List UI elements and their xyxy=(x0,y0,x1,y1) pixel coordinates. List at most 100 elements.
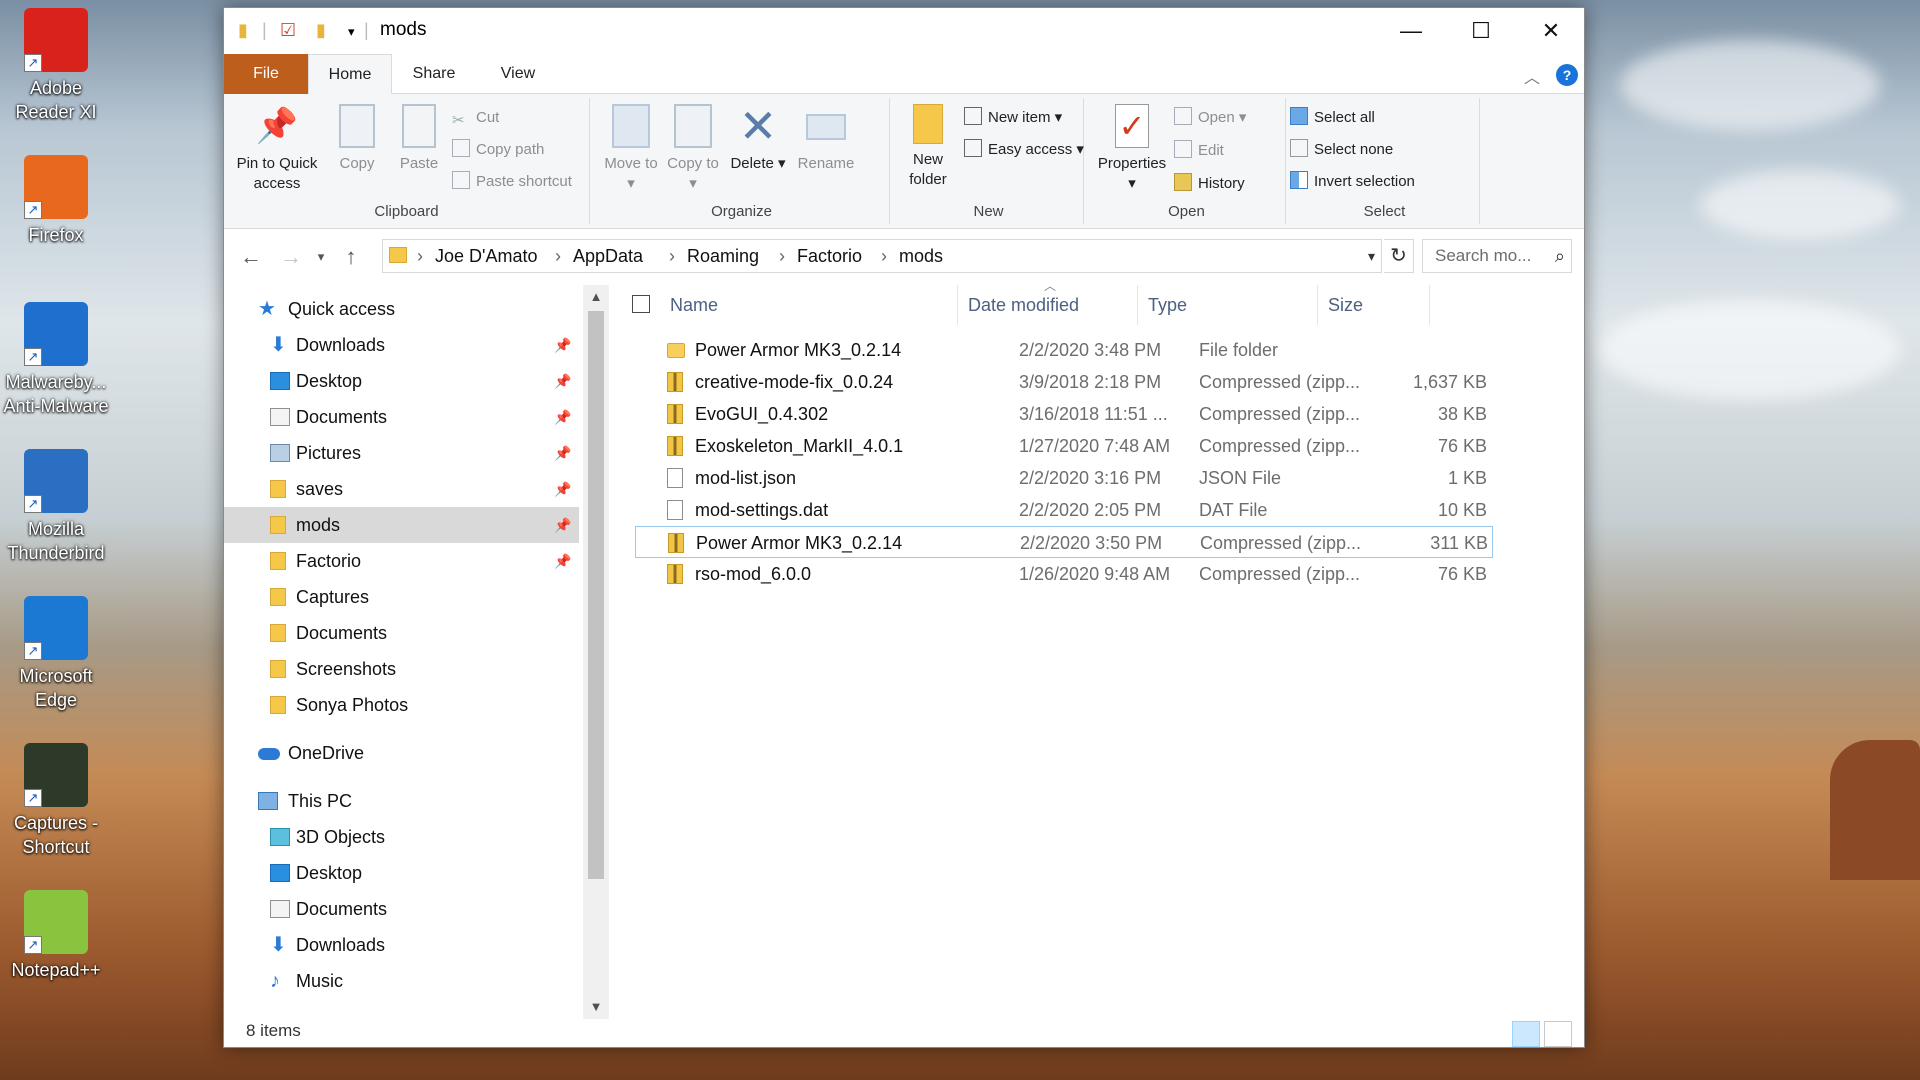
nav-pc-music[interactable]: ♪ Music xyxy=(224,963,579,999)
cut-button[interactable]: ✂ Cut xyxy=(452,106,499,130)
file-row[interactable]: creative-mode-fix_0.0.24 3/9/2018 2:18 PM… xyxy=(635,366,1493,398)
scroll-up-arrow-icon[interactable]: ▲ xyxy=(583,285,609,309)
edit-button[interactable]: Edit xyxy=(1174,139,1224,163)
tab-file[interactable]: File xyxy=(224,54,308,94)
file-row[interactable]: mod-settings.dat 2/2/2020 2:05 PM DAT File… xyxy=(635,494,1493,526)
details-view-icon[interactable] xyxy=(1512,1021,1540,1047)
nav-item-mods[interactable]: mods 📌 xyxy=(224,507,579,543)
select-all-checkbox[interactable] xyxy=(632,295,650,313)
select-all-button[interactable]: Select all xyxy=(1290,106,1375,130)
close-button[interactable]: ✕ xyxy=(1516,8,1586,54)
scrollbar-thumb[interactable] xyxy=(588,311,604,879)
breadcrumb-item[interactable]: Roaming xyxy=(687,240,759,272)
breadcrumb-item[interactable]: Joe D'Amato xyxy=(435,240,537,272)
pin-to-quick-access-button[interactable]: 📌 Pin to Quick access xyxy=(230,104,324,194)
column-header-type[interactable]: Type xyxy=(1138,285,1318,325)
delete-button[interactable]: ✕ Delete ▾ xyxy=(728,103,788,174)
desktop-icon-0[interactable]: ↗ Adobe Reader XI xyxy=(0,8,112,124)
nav-quick-access[interactable]: ★ Quick access xyxy=(224,291,579,327)
forward-arrow-icon[interactable]: → xyxy=(274,241,308,273)
properties-check-icon[interactable]: ☑ xyxy=(280,20,296,41)
navigation-pane-scrollbar[interactable]: ▲ ▼ xyxy=(583,285,609,1019)
help-icon[interactable]: ? xyxy=(1556,64,1578,86)
nav-item-saves[interactable]: saves 📌 xyxy=(224,471,579,507)
nav-item-downloads[interactable]: ⬇ Downloads 📌 xyxy=(224,327,579,363)
address-dropdown-chevron-icon[interactable]: ▾ xyxy=(1368,240,1375,272)
new-folder-icon[interactable]: ▮ xyxy=(316,20,326,41)
refresh-icon[interactable]: ↻ xyxy=(1384,239,1414,273)
nav-item-documents[interactable]: Documents 📌 xyxy=(224,399,579,435)
back-arrow-icon[interactable]: ← xyxy=(234,241,268,273)
select-none-button[interactable]: Select none xyxy=(1290,138,1393,162)
column-header-size[interactable]: Size xyxy=(1318,285,1430,325)
column-header-date-modified[interactable]: Date modified xyxy=(958,285,1138,325)
invert-selection-button[interactable]: Invert selection xyxy=(1290,170,1415,194)
nav-pc-3d-objects[interactable]: 3D Objects xyxy=(224,819,579,855)
select-group: Select all Select none Invert selection … xyxy=(1290,98,1480,224)
file-size: 1 KB xyxy=(1447,468,1487,488)
nav-pc-downloads[interactable]: ⬇ Downloads xyxy=(224,927,579,963)
minimize-button[interactable]: — xyxy=(1376,8,1446,54)
search-input[interactable]: Search mo... ⌕ xyxy=(1422,239,1572,273)
file-type: Compressed (zipp... xyxy=(1199,436,1361,456)
open-button[interactable]: Open ▾ xyxy=(1174,106,1246,130)
desktop-icon-4[interactable]: ↗ Microsoft Edge xyxy=(0,596,112,712)
desktop-icon-5[interactable]: ↗ Captures - Shortcut xyxy=(0,743,112,859)
desktop-icon-1[interactable]: ↗ Firefox xyxy=(0,155,112,247)
up-arrow-icon[interactable]: ↑ xyxy=(334,241,368,273)
copy-path-button[interactable]: Copy path xyxy=(452,138,544,162)
paste-button[interactable]: Paste xyxy=(390,104,448,174)
move-to-button[interactable]: Move to ▾ xyxy=(602,104,660,194)
easy-access-button[interactable]: Easy access ▾ xyxy=(964,138,1084,162)
recent-locations-chevron-icon[interactable]: ▾ xyxy=(304,241,338,273)
breadcrumb-separator-icon[interactable]: › xyxy=(881,240,887,272)
file-row[interactable]: Power Armor MK3_0.2.14 2/2/2020 3:50 PM Co… xyxy=(635,526,1493,558)
nav-item-pictures[interactable]: Pictures 📌 xyxy=(224,435,579,471)
breadcrumb-separator-icon[interactable]: › xyxy=(779,240,785,272)
status-bar: 8 items xyxy=(224,1013,1584,1049)
tab-home[interactable]: Home xyxy=(308,54,392,95)
nav-item-label: Documents xyxy=(296,899,388,919)
nav-this-pc[interactable]: This PC xyxy=(224,783,579,819)
file-row[interactable]: EvoGUI_0.4.302 3/16/2018 11:51 ... Compres… xyxy=(635,398,1493,430)
file-row[interactable]: Exoskeleton_MarkII_4.0.1 1/27/2020 7:48 A… xyxy=(635,430,1493,462)
breadcrumb-item[interactable]: AppData xyxy=(573,240,643,272)
nav-item-documents[interactable]: Documents xyxy=(224,615,579,651)
desktop-icon-6[interactable]: ↗ Notepad++ xyxy=(0,890,112,982)
nav-pc-desktop[interactable]: Desktop xyxy=(224,855,579,891)
nav-item-captures[interactable]: Captures xyxy=(224,579,579,615)
properties-button[interactable]: ✓ Properties ▾ xyxy=(1092,104,1172,194)
nav-item-sonya-photos[interactable]: Sonya Photos xyxy=(224,687,579,723)
address-bar[interactable]: › Joe D'Amato › AppData › Roaming › Factorio › mo… xyxy=(382,239,1382,273)
title-bar[interactable]: ▮ | ☑ ▮ ▾ | mods — ☐ ✕ xyxy=(224,8,1584,54)
nav-pc-documents[interactable]: Documents xyxy=(224,891,579,927)
file-row[interactable]: mod-list.json 2/2/2020 3:16 PM JSON File 1 … xyxy=(635,462,1493,494)
collapse-ribbon-icon[interactable]: ︿ xyxy=(1524,64,1540,88)
breadcrumb-separator-icon[interactable]: › xyxy=(669,240,675,272)
desktop-icon-2[interactable]: ↗ Malwareby... Anti-Malware xyxy=(0,302,112,418)
breadcrumb-separator-icon[interactable]: › xyxy=(417,240,423,272)
file-row[interactable]: Power Armor MK3_0.2.14 2/2/2020 3:48 PM Fi… xyxy=(635,334,1493,366)
desktop-icon-3[interactable]: ↗ Mozilla Thunderbird xyxy=(0,449,112,565)
file-row[interactable]: rso-mod_6.0.0 1/26/2020 9:48 AM Compressed… xyxy=(635,558,1493,590)
large-icons-view-icon[interactable] xyxy=(1544,1021,1572,1047)
new-folder-button[interactable]: New folder xyxy=(898,104,958,190)
copy-button[interactable]: Copy xyxy=(328,104,386,174)
tab-share[interactable]: Share xyxy=(392,54,476,94)
column-header-name[interactable]: Name xyxy=(660,285,958,325)
rename-button[interactable]: Rename xyxy=(792,104,860,174)
breadcrumb-separator-icon[interactable]: › xyxy=(555,240,561,272)
breadcrumb-item[interactable]: Factorio xyxy=(797,240,862,272)
copy-to-button[interactable]: Copy to ▾ xyxy=(664,104,722,194)
customize-toolbar-icon[interactable]: ▾ xyxy=(348,24,355,40)
breadcrumb-item[interactable]: mods xyxy=(899,240,943,272)
maximize-button[interactable]: ☐ xyxy=(1446,8,1516,54)
nav-item-factorio[interactable]: Factorio 📌 xyxy=(224,543,579,579)
tab-view[interactable]: View xyxy=(476,54,560,94)
paste-shortcut-button[interactable]: Paste shortcut xyxy=(452,170,572,194)
new-item-button[interactable]: New item ▾ xyxy=(964,106,1062,130)
nav-onedrive[interactable]: OneDrive xyxy=(224,735,579,771)
nav-item-desktop[interactable]: Desktop 📌 xyxy=(224,363,579,399)
history-button[interactable]: History xyxy=(1174,172,1245,196)
nav-item-screenshots[interactable]: Screenshots xyxy=(224,651,579,687)
